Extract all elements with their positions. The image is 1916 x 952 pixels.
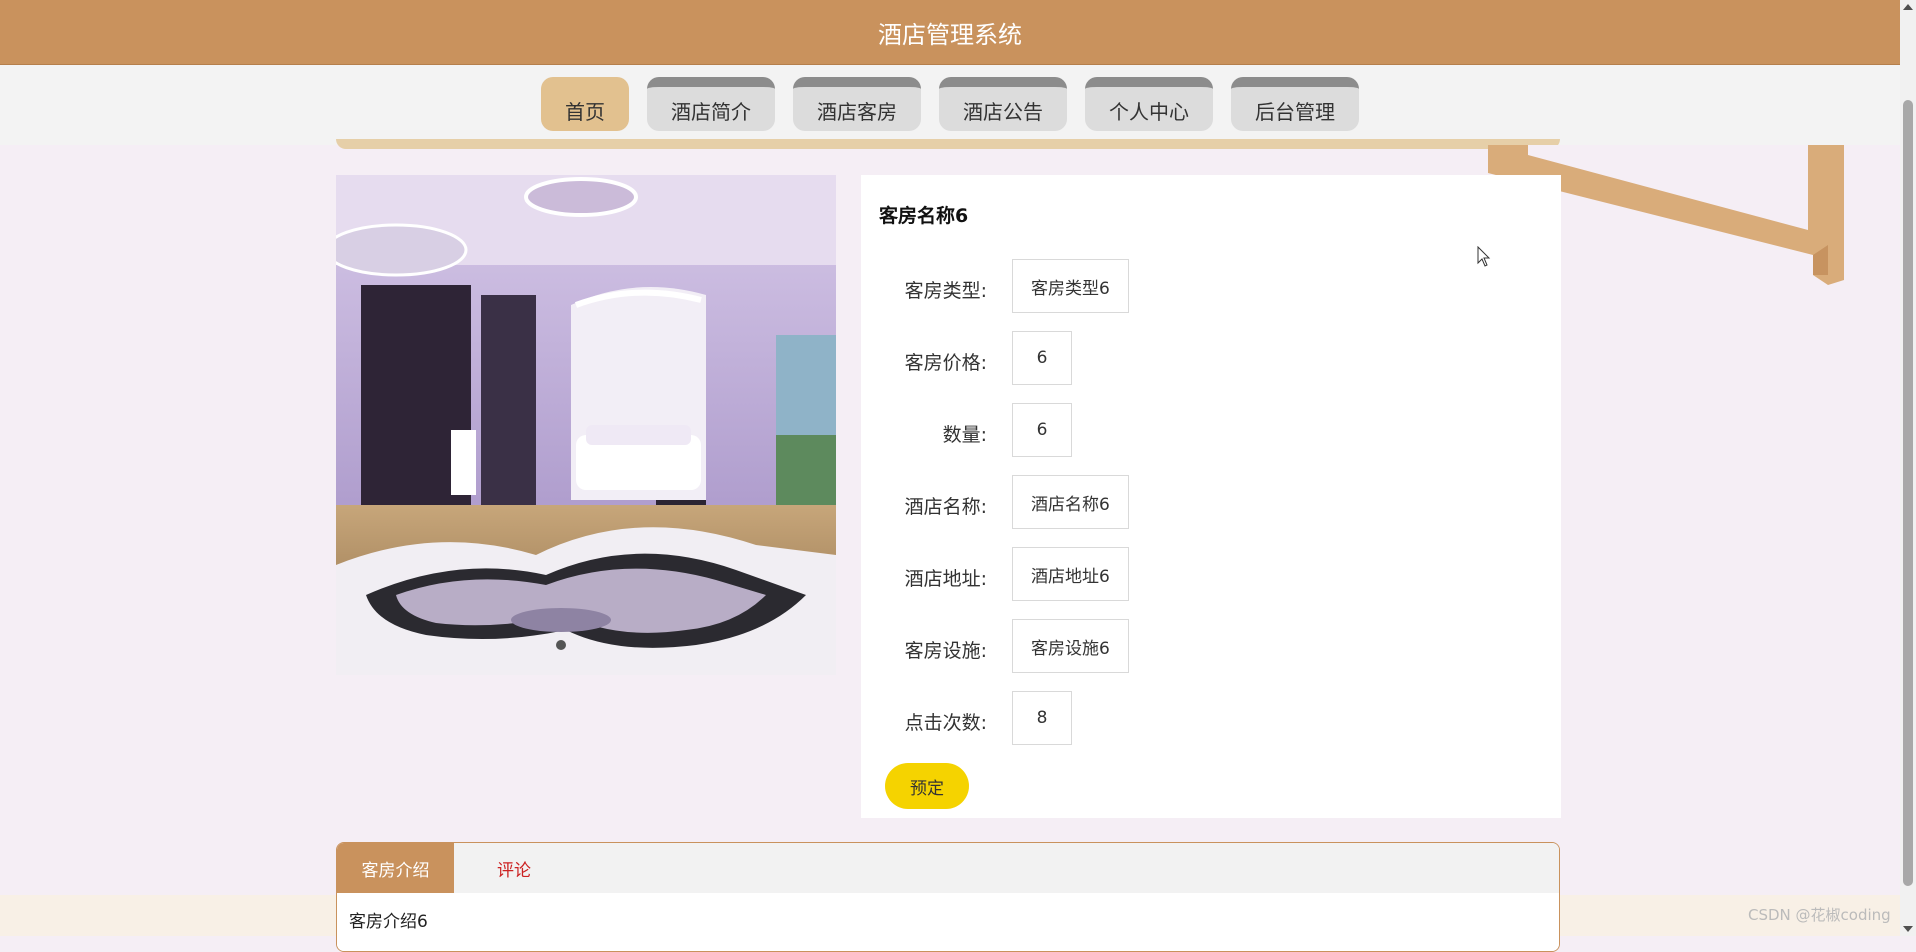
field-label: 酒店名称: [904, 496, 987, 518]
field-label: 点击次数: [904, 712, 987, 734]
scroll-thumb[interactable] [1903, 100, 1913, 886]
nav-item-hotel-intro[interactable]: 酒店简介 [647, 77, 775, 131]
field-room-facilities: 客房设施: 客房设施6 [861, 619, 1561, 675]
field-room-type: 客房类型: 客房类型6 [861, 259, 1561, 315]
room-photo-illustration [336, 175, 836, 675]
tab-room-intro[interactable]: 客房介绍 [337, 843, 454, 893]
tab-label: 评论 [497, 860, 531, 881]
field-value: 6 [1012, 331, 1072, 385]
nav-item-label: 个人中心 [1109, 100, 1189, 124]
field-value: 客房设施6 [1012, 619, 1129, 673]
tab-bar: 客房介绍 评论 [337, 843, 1559, 893]
tab-comments[interactable]: 评论 [454, 843, 574, 893]
nav-item-hotel-notices[interactable]: 酒店公告 [939, 77, 1067, 131]
tab-label: 客房介绍 [361, 860, 430, 881]
field-quantity: 数量: 6 [861, 403, 1561, 459]
room-detail-panel: 客房名称6 客房类型: 客房类型6 客房价格: 6 数量: 6 酒店名称: 酒店… [861, 175, 1561, 818]
field-label: 酒店地址: [904, 568, 987, 590]
field-room-price: 客房价格: 6 [861, 331, 1561, 387]
field-hotel-name: 酒店名称: 酒店名称6 [861, 475, 1561, 531]
main-nav: 首页 酒店简介 酒店客房 酒店公告 个人中心 后台管理 [0, 77, 1900, 131]
field-label: 客房价格: [904, 352, 987, 374]
book-button[interactable]: 预定 [885, 763, 969, 809]
nav-item-home[interactable]: 首页 [541, 77, 629, 131]
vertical-scrollbar[interactable] [1900, 0, 1916, 936]
nav-item-label: 酒店客房 [817, 100, 897, 124]
field-label: 数量: [942, 424, 987, 446]
field-value: 6 [1012, 403, 1072, 457]
nav-item-admin[interactable]: 后台管理 [1231, 77, 1359, 131]
room-name: 客房名称6 [879, 205, 969, 227]
field-value: 客房类型6 [1012, 259, 1129, 313]
mouse-cursor-icon [1477, 246, 1491, 267]
nav-bar: 首页 酒店简介 酒店客房 酒店公告 个人中心 后台管理 [0, 65, 1900, 145]
field-value: 酒店名称6 [1012, 475, 1129, 529]
scroll-down-icon[interactable] [1903, 926, 1913, 932]
nav-item-personal-center[interactable]: 个人中心 [1085, 77, 1213, 131]
nav-item-label: 酒店简介 [671, 100, 751, 124]
nav-underline [336, 139, 1560, 149]
app-title: 酒店管理系统 [878, 20, 1022, 49]
nav-item-hotel-rooms[interactable]: 酒店客房 [793, 77, 921, 131]
field-value: 8 [1012, 691, 1072, 745]
field-label: 客房类型: [904, 280, 987, 302]
field-hotel-address: 酒店地址: 酒店地址6 [861, 547, 1561, 603]
field-click-count: 点击次数: 8 [861, 691, 1561, 747]
scroll-up-icon[interactable] [1903, 4, 1913, 10]
app-header: 酒店管理系统 [0, 0, 1900, 65]
room-photo [336, 175, 836, 675]
watermark: CSDN @花椒coding [1748, 906, 1891, 924]
field-label: 客房设施: [904, 640, 987, 662]
field-value: 酒店地址6 [1012, 547, 1129, 601]
tab-content: 客房介绍6 [337, 893, 1559, 951]
nav-item-label: 首页 [565, 100, 605, 124]
nav-item-label: 后台管理 [1255, 100, 1335, 124]
nav-item-label: 酒店公告 [963, 100, 1043, 124]
